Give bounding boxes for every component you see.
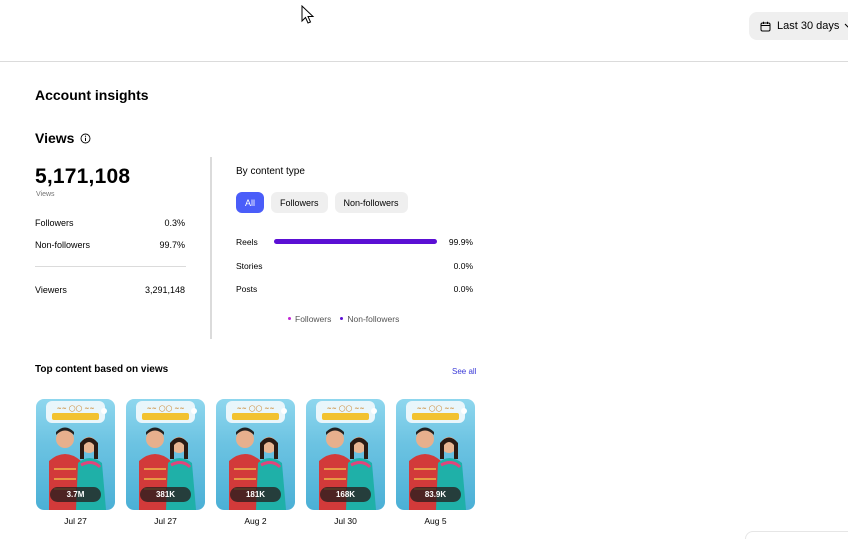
legend-dot xyxy=(340,317,344,321)
nonfollowers-stat: Non-followers 99.7% xyxy=(35,240,185,250)
info-icon[interactable] xyxy=(80,133,91,144)
top-bar: Last 30 days xyxy=(0,0,848,62)
view-count: 3.7M xyxy=(50,487,101,502)
content-type-pct: 99.9% xyxy=(448,237,473,247)
tab-all[interactable]: All xyxy=(236,192,265,213)
content-type-label: Reels xyxy=(236,237,258,247)
nonfollowers-pct: 99.7% xyxy=(159,240,185,250)
top-content-list: ∼∼ ◯◯ ∼∼ 3.7M Jul 27 ∼∼ ◯◯ ∼∼ 381K Jul 2… xyxy=(36,399,475,526)
views-heading: Views xyxy=(35,130,91,146)
chevron-down-icon xyxy=(844,23,848,29)
viewers-value: 3,291,148 xyxy=(144,285,185,295)
views-total: 5,171,108 xyxy=(35,165,131,188)
calendar-icon xyxy=(760,21,771,32)
legend-dot xyxy=(288,317,291,321)
views-title: Views xyxy=(35,130,75,146)
content-thumbnail[interactable]: ∼∼ ◯◯ ∼∼ 3.7M Jul 27 xyxy=(36,399,115,526)
legend-item-non-followers: Non-followers xyxy=(340,314,399,324)
post-date: Jul 27 xyxy=(154,516,177,526)
content-type-bar xyxy=(274,239,437,244)
top-content-title: Top content based on views xyxy=(35,364,169,375)
stats-divider xyxy=(35,266,186,267)
content-type-pct: 0.0% xyxy=(453,261,473,271)
nonfollowers-label: Non-followers xyxy=(35,240,91,250)
post-date: Aug 5 xyxy=(424,516,447,526)
legend-label: Followers xyxy=(295,314,332,324)
content-type-row-stories: Stories 0.0% xyxy=(236,261,473,273)
content-thumbnail[interactable]: ∼∼ ◯◯ ∼∼ 83.9K Aug 5 xyxy=(396,399,475,526)
content-type-label: Stories xyxy=(236,261,263,271)
see-all-link[interactable]: See all xyxy=(452,367,476,376)
svg-text:∼∼ ◯◯ ∼∼: ∼∼ ◯◯ ∼∼ xyxy=(417,405,455,412)
followers-stat: Followers 0.3% xyxy=(35,218,185,228)
content-type-label: Posts xyxy=(236,284,258,294)
date-range-button[interactable]: Last 30 days xyxy=(749,12,848,40)
post-date: Jul 30 xyxy=(334,516,357,526)
views-total-label: Views xyxy=(36,191,55,198)
view-count: 168K xyxy=(320,487,371,502)
post-date: Jul 27 xyxy=(64,516,87,526)
content-type-title: By content type xyxy=(236,166,305,177)
viewers-stat: Viewers 3,291,148 xyxy=(35,285,185,295)
content-type-legend: Followers Non-followers xyxy=(288,314,399,324)
post-date: Aug 2 xyxy=(244,516,267,526)
viewers-label: Viewers xyxy=(35,285,67,295)
mouse-cursor-icon xyxy=(301,5,315,24)
floating-panel-edge xyxy=(745,531,848,539)
content-type-tabs: All Followers Non-followers xyxy=(236,192,408,213)
legend-label: Non-followers xyxy=(347,314,400,324)
view-count: 181K xyxy=(230,487,281,502)
view-count: 83.9K xyxy=(410,487,461,502)
content-thumbnail[interactable]: ∼∼ ◯◯ ∼∼ 381K Jul 27 xyxy=(126,399,205,526)
tab-followers[interactable]: Followers xyxy=(271,192,328,213)
content-type-pct: 0.0% xyxy=(453,284,473,294)
followers-pct: 0.3% xyxy=(164,218,185,228)
svg-text:∼∼ ◯◯ ∼∼: ∼∼ ◯◯ ∼∼ xyxy=(327,405,365,412)
svg-text:∼∼ ◯◯ ∼∼: ∼∼ ◯◯ ∼∼ xyxy=(57,405,95,412)
page-title: Account insights xyxy=(35,87,149,103)
date-range-label: Last 30 days xyxy=(777,20,840,32)
legend-item-followers: Followers xyxy=(288,314,331,324)
content-type-row-reels: Reels 99.9% xyxy=(236,237,473,249)
section-divider xyxy=(210,157,212,339)
svg-text:∼∼ ◯◯ ∼∼: ∼∼ ◯◯ ∼∼ xyxy=(237,405,275,412)
tab-non-followers[interactable]: Non-followers xyxy=(334,192,408,213)
content-thumbnail[interactable]: ∼∼ ◯◯ ∼∼ 168K Jul 30 xyxy=(306,399,385,526)
content-type-row-posts: Posts 0.0% xyxy=(236,284,473,296)
svg-text:∼∼ ◯◯ ∼∼: ∼∼ ◯◯ ∼∼ xyxy=(147,405,185,412)
view-count: 381K xyxy=(140,487,191,502)
content-thumbnail[interactable]: ∼∼ ◯◯ ∼∼ 181K Aug 2 xyxy=(216,399,295,526)
followers-label: Followers xyxy=(35,218,74,228)
